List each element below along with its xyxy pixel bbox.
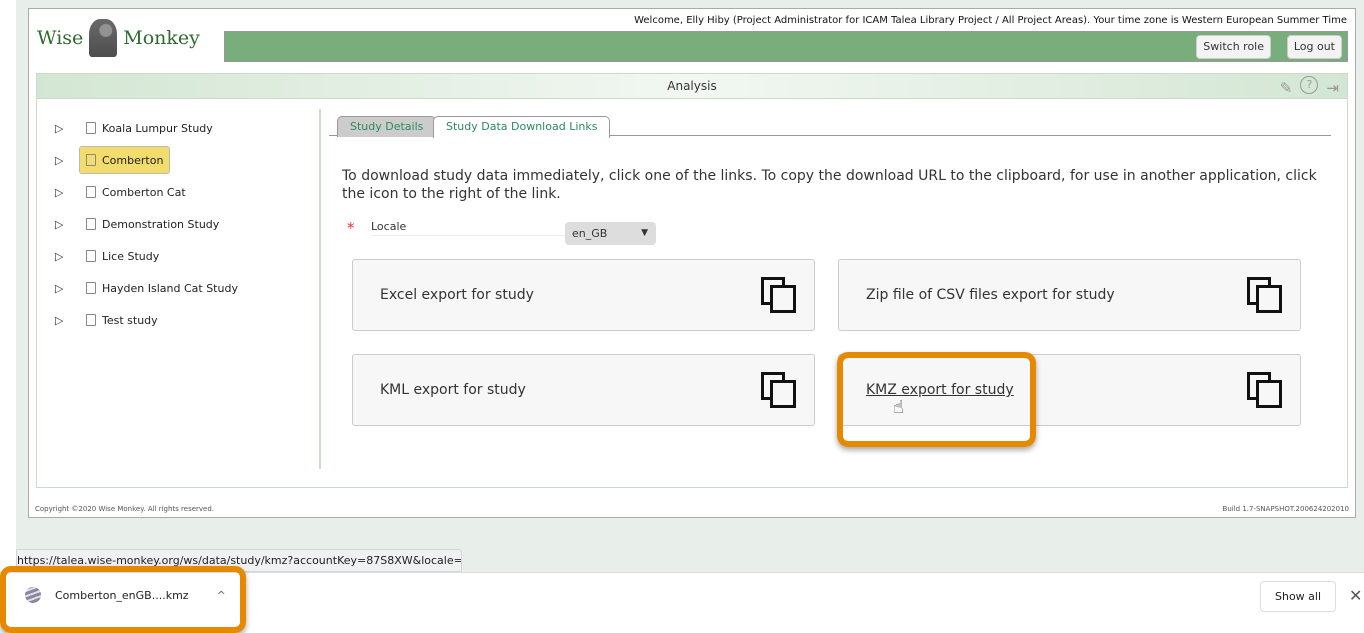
tree-item-label[interactable]: Hayden Island Cat Study (102, 282, 238, 295)
tree-item[interactable]: ▷ Test study (55, 306, 165, 334)
clipboard-icon (86, 282, 96, 294)
highlight-box (0, 566, 246, 633)
tree-item-label[interactable]: Test study (102, 314, 158, 327)
copy-icon[interactable] (1247, 372, 1283, 408)
monkey-logo-icon (89, 19, 118, 57)
tree-item-label[interactable]: Demonstration Study (102, 218, 219, 231)
expand-icon[interactable]: ▷ (55, 282, 67, 295)
log-out-button[interactable]: Log out (1286, 35, 1342, 59)
kml-export-link[interactable]: KML export for study (380, 382, 526, 398)
copy-icon[interactable] (761, 277, 797, 313)
tree-item[interactable]: ▷ Comberton (55, 146, 171, 174)
tree-item[interactable]: ▷ Koala Lumpur Study (55, 114, 220, 142)
clipboard-icon (86, 154, 96, 166)
section-title: Analysis (667, 79, 717, 93)
hand-cursor-icon: ☝ (893, 397, 904, 418)
expand-icon[interactable]: ▷ (55, 186, 67, 199)
header-bar: Switch role Log out (224, 31, 1348, 62)
pencil-icon[interactable]: ✎ (1280, 76, 1293, 100)
required-marker: * (347, 219, 355, 237)
highlight-box (837, 352, 1036, 447)
logo-text-right: Monkey (123, 27, 200, 49)
clipboard-icon (86, 122, 96, 134)
copy-icon[interactable] (1247, 277, 1283, 313)
export-card-kml: KML export for study (352, 354, 815, 426)
tree-item-label[interactable]: Lice Study (102, 250, 159, 263)
welcome-text: Welcome, Elly Hiby (Project Administrato… (634, 15, 1347, 26)
tab-bar: Study Details Study Data Download Links (329, 114, 1331, 138)
switch-role-button[interactable]: Switch role (1196, 35, 1271, 59)
export-card-excel: Excel export for study (352, 259, 815, 331)
clipboard-icon (86, 314, 96, 326)
show-all-button[interactable]: Show all (1260, 581, 1336, 612)
expand-icon[interactable]: ▷ (55, 122, 67, 135)
tab-study-data-download-links[interactable]: Study Data Download Links (433, 116, 611, 138)
tree-item[interactable]: ▷ Comberton Cat (55, 178, 193, 206)
build-info: Build 1.7-SNAPSHOT.200624202010 (1222, 505, 1349, 513)
close-icon[interactable]: ✕ (1349, 586, 1362, 605)
tree-item[interactable]: ▷ Demonstration Study (55, 210, 226, 238)
locale-value: en_GB (572, 227, 608, 240)
expand-icon[interactable]: ▷ (55, 154, 67, 167)
expand-icon[interactable]: ▷ (55, 314, 67, 327)
dropdown-arrow-icon: ▼ (641, 228, 648, 238)
expand-icon[interactable]: ▷ (55, 250, 67, 263)
excel-export-link[interactable]: Excel export for study (380, 287, 534, 303)
tree-item-label[interactable]: Comberton (102, 154, 163, 167)
clipboard-icon (86, 250, 96, 262)
intro-text: To download study data immediately, clic… (342, 168, 1317, 202)
copyright: Copyright ©2020 Wise Monkey. All rights … (35, 505, 215, 513)
help-icon[interactable]: ? (1300, 76, 1319, 94)
section-title-bar: Analysis ✎? ⇥ (36, 73, 1348, 99)
exit-icon[interactable]: ⇥ (1326, 76, 1339, 100)
study-tree: ▷ Koala Lumpur Study ▷ Comberton ▷ Comberto… (37, 109, 321, 469)
csv-export-link[interactable]: Zip file of CSV files export for study (866, 287, 1115, 303)
tree-item[interactable]: ▷ Lice Study (55, 242, 166, 270)
expand-icon[interactable]: ▷ (55, 218, 67, 231)
logo: Wise Monkey (37, 19, 200, 57)
logo-text-left: Wise (37, 27, 84, 49)
tab-study-details[interactable]: Study Details (337, 116, 437, 137)
clipboard-icon (86, 186, 96, 198)
tree-item-label[interactable]: Koala Lumpur Study (102, 122, 213, 135)
clipboard-icon (86, 218, 96, 230)
copy-icon[interactable] (761, 372, 797, 408)
tree-item[interactable]: ▷ Hayden Island Cat Study (55, 274, 245, 302)
locale-label: Locale (371, 220, 569, 236)
tree-item-label[interactable]: Comberton Cat (102, 186, 186, 199)
export-card-csv: Zip file of CSV files export for study (838, 259, 1301, 331)
locale-select[interactable]: en_GB ▼ (565, 222, 656, 245)
